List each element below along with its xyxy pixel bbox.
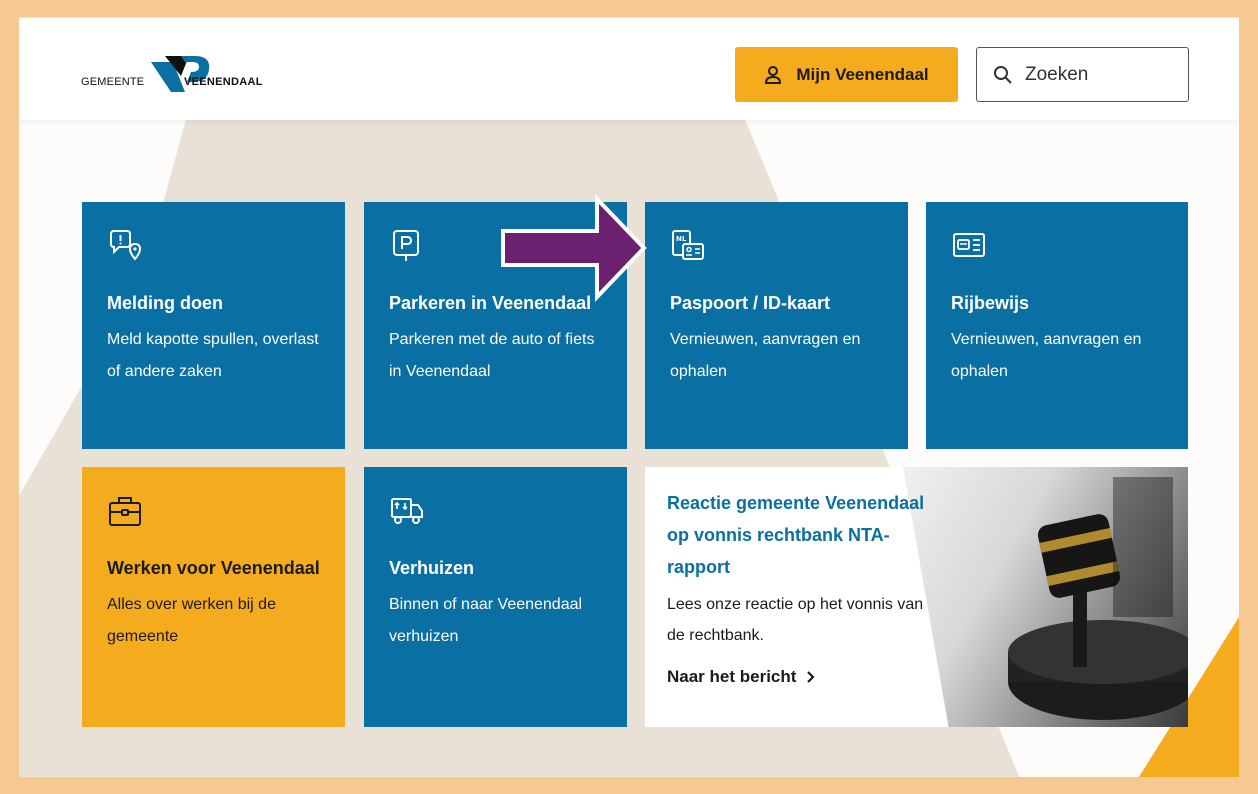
tile-rijbewijs[interactable]: Rijbewijs Vernieuwen, aanvragen en ophal…: [926, 202, 1188, 449]
tile-paspoort-id[interactable]: NL Paspoort / ID-kaart Vernieuwen, aanvr…: [645, 202, 908, 449]
briefcase-icon: [109, 497, 141, 526]
site-header: GEMEENTE VEENENDAAL Mijn Veenendaal Zoek…: [19, 17, 1239, 120]
tile-description: Parkeren met de auto of fiets in Veenend…: [389, 331, 595, 380]
parking-icon: [393, 230, 419, 261]
search-input[interactable]: Zoeken: [976, 47, 1189, 102]
news-link-label: Naar het bericht: [667, 667, 797, 686]
tile-title: Rijbewijs: [951, 293, 1030, 313]
tile-description: Vernieuwen, aanvragen en ophalen: [951, 331, 1142, 380]
municipality-logo[interactable]: GEMEENTE VEENENDAAL: [81, 54, 281, 94]
tile-title: Melding doen: [107, 293, 223, 313]
tile-description: Alles over werken bij de gemeente: [107, 596, 276, 645]
news-read-more-link[interactable]: Naar het bericht: [667, 667, 816, 687]
tile-verhuizen[interactable]: Verhuizen Binnen of naar Veenendaal verh…: [364, 467, 627, 727]
tile-description: Binnen of naar Veenendaal verhuizen: [389, 596, 583, 645]
driving-license-icon: [953, 233, 985, 257]
logo-text-veenendaal: VEENENDAAL: [184, 76, 263, 88]
gavel-illustration: [1008, 477, 1188, 720]
news-summary: Lees onze reactie op het vonnis van de r…: [667, 596, 924, 644]
passport-id-icon: NL: [672, 230, 704, 260]
search-label: Zoeken: [1025, 63, 1089, 85]
report-location-icon: [110, 230, 142, 261]
page-frame: GEMEENTE VEENENDAAL Mijn Veenendaal Zoek…: [19, 17, 1239, 777]
tile-description: Meld kapotte spullen, overlast of andere…: [107, 331, 319, 380]
annotation-arrow-icon: [501, 194, 647, 302]
tile-description: Vernieuwen, aanvragen en ophalen: [670, 331, 861, 380]
news-title[interactable]: Reactie gemeente Veenendaal op vonnis re…: [667, 487, 927, 583]
mijn-veenendaal-label: Mijn Veenendaal: [796, 64, 929, 84]
tile-title: Verhuizen: [389, 558, 475, 578]
svg-text:NL: NL: [676, 235, 687, 243]
moving-truck-icon: [391, 498, 423, 524]
tile-werken-voor-veenendaal[interactable]: Werken voor Veenendaal Alles over werken…: [82, 467, 345, 727]
logo-text-gemeente: GEMEENTE: [81, 76, 145, 88]
logo-mark-icon: [151, 56, 210, 92]
search-icon: [994, 65, 1012, 84]
tile-melding-doen[interactable]: Melding doen Meld kapotte spullen, overl…: [82, 202, 345, 449]
news-card[interactable]: Reactie gemeente Veenendaal op vonnis re…: [645, 467, 1188, 727]
news-content: Reactie gemeente Veenendaal op vonnis re…: [667, 487, 927, 687]
tile-title: Paspoort / ID-kaart: [670, 293, 831, 313]
mijn-veenendaal-button[interactable]: Mijn Veenendaal: [735, 47, 958, 102]
tile-title: Werken voor Veenendaal: [107, 558, 320, 578]
user-icon: [765, 65, 782, 84]
gavel-photo: [903, 467, 1188, 727]
chevron-right-icon: [807, 671, 815, 683]
